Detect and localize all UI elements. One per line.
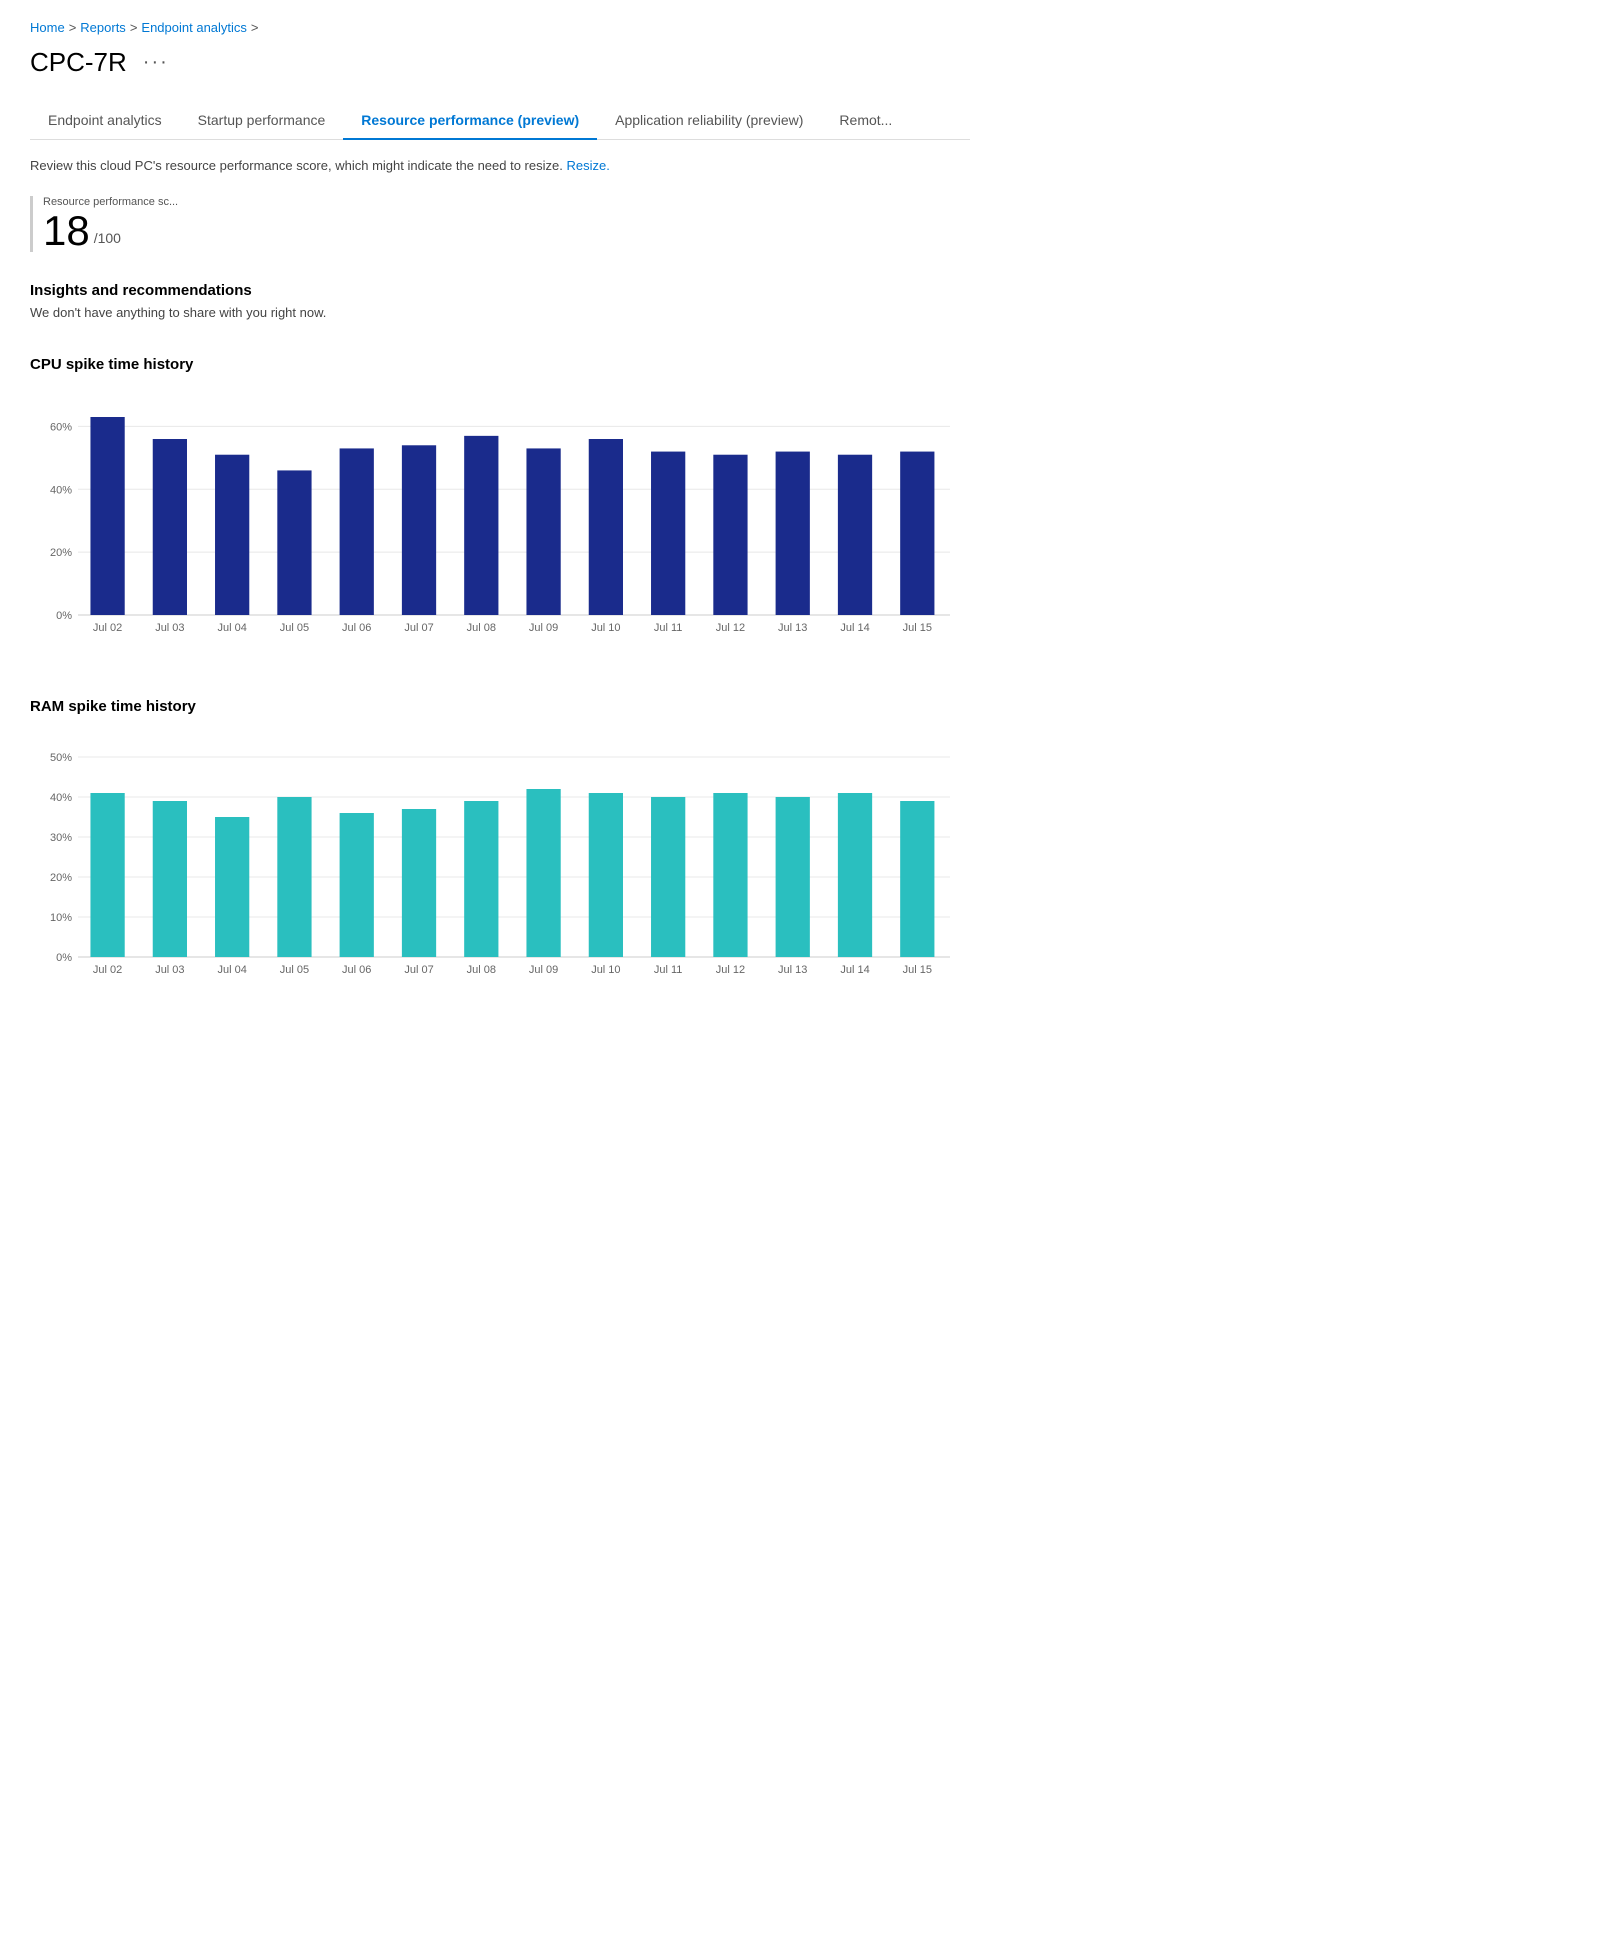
cpu-chart-container: 0% 20% 40% 60% Jul 02 Jul 03 Jul 04 Jul 05 Jul 0… [30,385,970,658]
svg-text:Jul 14: Jul 14 [840,964,869,976]
svg-text:40%: 40% [50,484,72,496]
score-value: 18 [43,210,90,252]
svg-text:Jul 10: Jul 10 [591,622,620,634]
description-text: Review this cloud PC's resource performa… [30,156,970,176]
page-title-row: CPC-7R ··· [30,47,970,78]
svg-text:Jul 07: Jul 07 [404,964,433,976]
ram-chart-title: RAM spike time history [30,698,970,715]
svg-text:Jul 08: Jul 08 [467,964,496,976]
svg-text:Jul 03: Jul 03 [155,964,184,976]
tab-remot[interactable]: Remot... [821,102,910,140]
svg-text:Jul 08: Jul 08 [467,622,496,634]
breadcrumb-endpoint-analytics[interactable]: Endpoint analytics [141,20,247,35]
ellipsis-button[interactable]: ··· [137,49,175,76]
svg-text:Jul 03: Jul 03 [155,622,184,634]
svg-text:Jul 06: Jul 06 [342,622,371,634]
svg-text:Jul 10: Jul 10 [591,964,620,976]
ram-chart-container: 0% 10% 20% 30% 40% 50% Jul 02 Jul 03 Jul 04 Jul 0… [30,727,970,1000]
insights-section: Insights and recommendations We don't ha… [30,282,970,320]
svg-text:Jul 11: Jul 11 [654,964,683,976]
breadcrumb-reports[interactable]: Reports [80,20,126,35]
breadcrumb-sep-2: > [130,20,138,35]
svg-text:40%: 40% [50,792,72,804]
cpu-chart-svg: 0% 20% 40% 60% Jul 02 Jul 03 Jul 04 Jul 05 Jul 0… [30,385,970,655]
breadcrumb-sep-3: > [251,20,259,35]
cpu-chart-section: CPU spike time history 0% 20% 40% 60% Jul 02… [30,356,970,658]
breadcrumb-sep-1: > [69,20,77,35]
svg-text:50%: 50% [50,752,72,764]
cpu-chart-title: CPU spike time history [30,356,970,373]
insights-title: Insights and recommendations [30,282,970,299]
svg-text:Jul 02: Jul 02 [93,622,122,634]
svg-text:Jul 06: Jul 06 [342,964,371,976]
svg-text:20%: 20% [50,547,72,559]
tab-application-reliability[interactable]: Application reliability (preview) [597,102,821,140]
svg-text:Jul 09: Jul 09 [529,622,558,634]
svg-text:60%: 60% [50,421,72,433]
svg-text:Jul 02: Jul 02 [93,964,122,976]
score-denominator: /100 [94,230,121,246]
svg-text:Jul 12: Jul 12 [716,964,745,976]
ram-chart-svg: 0% 10% 20% 30% 40% 50% Jul 02 Jul 03 Jul 04 Jul 0… [30,727,970,997]
svg-text:Jul 09: Jul 09 [529,964,558,976]
resize-link[interactable]: Resize. [566,158,609,173]
tab-endpoint-analytics[interactable]: Endpoint analytics [30,102,180,140]
svg-text:20%: 20% [50,872,72,884]
svg-text:Jul 04: Jul 04 [217,964,246,976]
svg-text:Jul 15: Jul 15 [903,622,932,634]
svg-text:Jul 15: Jul 15 [903,964,932,976]
insights-text: We don't have anything to share with you… [30,305,970,320]
svg-text:Jul 07: Jul 07 [404,622,433,634]
svg-text:Jul 13: Jul 13 [778,964,807,976]
svg-text:Jul 04: Jul 04 [217,622,246,634]
svg-text:Jul 13: Jul 13 [778,622,807,634]
breadcrumb: Home > Reports > Endpoint analytics > [30,20,970,35]
svg-text:Jul 11: Jul 11 [654,622,683,634]
svg-text:0%: 0% [56,952,72,964]
tabs-container: Endpoint analytics Startup performance R… [30,102,970,140]
ram-chart-section: RAM spike time history 0% 10% 20% 30% 40% 50%… [30,698,970,1000]
svg-text:Jul 12: Jul 12 [716,622,745,634]
svg-text:Jul 05: Jul 05 [280,964,309,976]
svg-text:10%: 10% [50,912,72,924]
tab-resource-performance[interactable]: Resource performance (preview) [343,102,597,140]
score-section: Resource performance sc... 18 /100 [30,196,970,252]
svg-text:30%: 30% [50,832,72,844]
svg-text:Jul 14: Jul 14 [840,622,869,634]
tab-startup-performance[interactable]: Startup performance [180,102,344,140]
breadcrumb-home[interactable]: Home [30,20,65,35]
score-label: Resource performance sc... [43,196,178,208]
svg-text:0%: 0% [56,610,72,622]
svg-text:Jul 05: Jul 05 [280,622,309,634]
page-title: CPC-7R [30,47,127,78]
